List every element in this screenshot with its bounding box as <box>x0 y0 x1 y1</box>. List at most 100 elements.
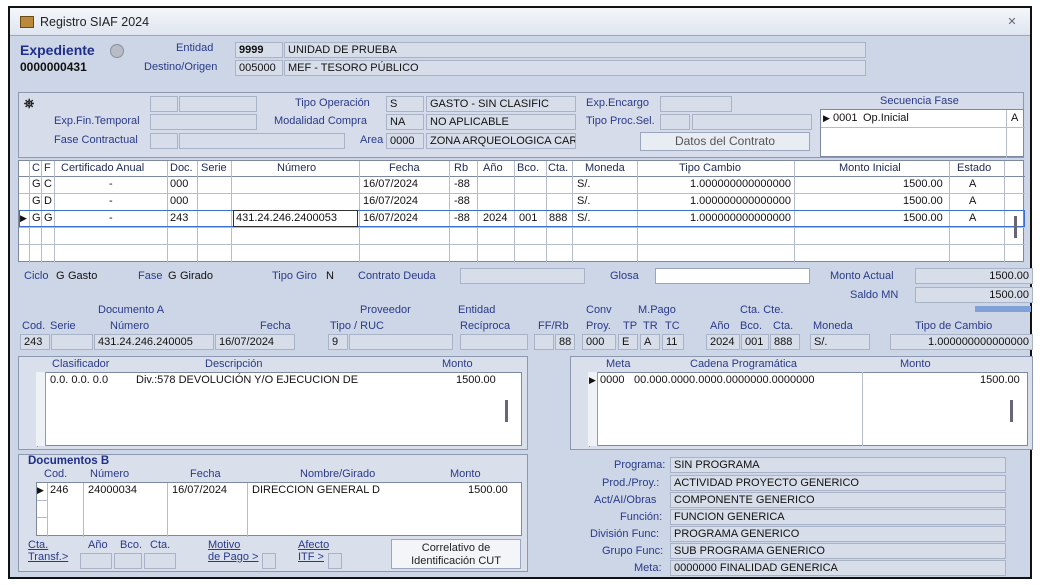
secuencia-name[interactable]: Op.Inicial <box>861 110 1006 127</box>
doc-a-tc[interactable]: 11 <box>662 334 684 350</box>
motivo-pago-link[interactable]: Motivo de Pago > <box>208 539 258 563</box>
footer-cta-label: Cta. <box>150 539 171 551</box>
prod-proy-value: ACTIVIDAD PROYECTO GENERICO <box>670 475 1006 491</box>
col-a-ffrb: FF/Rb <box>538 320 569 332</box>
monto-actual-label: Monto Actual <box>830 270 894 282</box>
expediente-label: Expediente <box>20 42 95 58</box>
doc-a-ruc[interactable] <box>349 334 453 350</box>
programa-label: Programa: <box>614 459 666 471</box>
doc-a-fecha[interactable]: 16/07/2024 <box>215 334 295 350</box>
ciclo-code: G <box>56 270 65 282</box>
datos-contrato-button[interactable]: Datos del Contrato <box>640 132 810 151</box>
tipo-operacion-code[interactable]: S <box>386 96 424 112</box>
binoculars-icon[interactable]: ⛯ <box>24 96 34 112</box>
col-clasificador: Clasificador <box>52 358 110 370</box>
act-obras-label: Act/AI/Obras <box>594 494 657 506</box>
secuencia-code[interactable]: 0001 <box>831 110 861 127</box>
exp-encargo-field[interactable] <box>660 96 732 112</box>
col-a-bco: Bco. <box>740 320 763 332</box>
grupo-func-value: SUB PROGRAMA GENERICO <box>670 543 1006 559</box>
destino-name: MEF - TESORO PÚBLICO <box>284 60 866 76</box>
doc-a-ff[interactable] <box>534 334 554 350</box>
doc-a-tp[interactable]: E <box>618 334 638 350</box>
area-code[interactable]: 0000 <box>386 133 424 149</box>
col-moneda: Moneda <box>585 162 625 174</box>
list-item[interactable]: ▶ 246 24000034 16/07/2024 DIRECCION GENE… <box>36 482 522 499</box>
footer-bco-label: Bco. <box>120 539 143 551</box>
doc-a-rb[interactable]: 88 <box>555 334 575 350</box>
main-grid: C F Certificado Anual Doc. Serie Número … <box>18 160 1025 263</box>
grid-scrollbar[interactable] <box>1014 216 1017 238</box>
list-item[interactable]: ▶ 0000 00.000.0000.0000.0000000.0000000 … <box>588 372 1028 389</box>
funcion-label: Función: <box>620 511 663 523</box>
col-a-fecha: Fecha <box>260 320 291 332</box>
col-b-nombre: Nombre/Girado <box>300 468 376 480</box>
contrato-deuda-label: Contrato Deuda <box>358 270 436 282</box>
col-meta: Meta <box>606 358 631 370</box>
grupo-func-label: Grupo Func: <box>602 545 664 557</box>
fase-name: Girado <box>180 270 214 282</box>
doc-a-moneda[interactable]: S/. <box>810 334 870 350</box>
area-label: Area <box>360 134 384 146</box>
modalidad-compra-name: NO APLICABLE <box>426 114 576 130</box>
meta-value: 0000000 FINALIDAD GENERICA <box>670 560 1006 576</box>
saldo-mn-label: Saldo MN <box>850 289 899 301</box>
col-a-tipo-ruc: Tipo / RUC <box>330 320 384 332</box>
clasificador-scrollbar[interactable] <box>505 400 508 422</box>
documentos-b-title: Documentos B <box>28 455 110 467</box>
fase-contractual-label: Fase Contractual <box>54 134 138 146</box>
exp-fin-temporal-field[interactable] <box>150 114 257 130</box>
fase-contractual-code[interactable] <box>150 133 178 149</box>
col-anio: Año <box>483 162 503 174</box>
list-item[interactable]: 0.0. 0.0. 0.0 Div.:578 DEVOLUCIÓN Y/O EJ… <box>46 372 522 389</box>
col-b-fecha: Fecha <box>190 468 221 480</box>
footer-anio-field[interactable] <box>80 553 112 569</box>
col-c: C <box>32 162 40 174</box>
col-a-tc: TC <box>665 320 680 332</box>
funcion-value: FUNCION GENERICA <box>670 509 1006 525</box>
cta-transf-link[interactable]: Cta. Transf.> <box>28 539 68 563</box>
tipo-operacion-name: GASTO - SIN CLASIFIC <box>426 96 576 112</box>
doc-a-anio[interactable]: 2024 <box>706 334 740 350</box>
destino-code[interactable]: 005000 <box>235 60 283 76</box>
doc-a-bco[interactable]: 001 <box>741 334 769 350</box>
footer-cta-field[interactable] <box>144 553 176 569</box>
entidad-label: Entidad <box>176 42 214 54</box>
col-b-numero: Número <box>90 468 130 480</box>
col-fecha: Fecha <box>389 162 420 174</box>
meta-scrollbar[interactable] <box>1010 400 1013 422</box>
doc-a-cta[interactable]: 888 <box>770 334 800 350</box>
prod-proy-label: Prod./Proy.: <box>602 477 660 489</box>
entidad-code[interactable]: 9999 <box>235 42 283 58</box>
motivo-pago-field[interactable] <box>262 553 276 569</box>
correlativo-cut-button[interactable]: Correlativo de Identificación CUT <box>391 539 521 569</box>
doc-a-tr[interactable]: A <box>640 334 660 350</box>
col-tipo-cambio: Tipo Cambio <box>679 162 741 174</box>
doc-a-cod[interactable]: 243 <box>20 334 50 350</box>
afecto-itf-link[interactable]: Afecto ITF > <box>298 539 329 563</box>
glosa-field[interactable] <box>655 268 810 284</box>
doc-a-proy[interactable]: 000 <box>582 334 616 350</box>
col-a-reciproca: Recíproca <box>460 320 511 332</box>
tipo-proc-sel-code[interactable] <box>660 114 690 130</box>
col-clas-monto: Monto <box>442 358 473 370</box>
doc-a-tipo[interactable]: 9 <box>328 334 348 350</box>
proveedor-group-label: Proveedor <box>360 304 411 316</box>
secuencia-flag: A <box>1011 112 1019 124</box>
exp-encargo-label: Exp.Encargo <box>586 97 649 109</box>
table-row[interactable]: G C - 000 16/07/2024 -88 S/. 1.000000000… <box>19 176 1025 193</box>
doc-a-tipo-cambio[interactable]: 1.000000000000000 <box>890 334 1033 350</box>
tipo-proc-sel-name <box>692 114 812 130</box>
table-row[interactable]: G D - 000 16/07/2024 -88 S/. 1.000000000… <box>19 193 1025 210</box>
table-row-selected[interactable]: ▶ G G - 243 431.24.246.2400053 16/07/202… <box>19 210 1025 227</box>
doc-a-serie[interactable] <box>51 334 93 350</box>
modalidad-compra-code[interactable]: NA <box>386 114 424 130</box>
doc-a-reciproca[interactable] <box>460 334 528 350</box>
afecto-itf-field[interactable] <box>328 553 342 569</box>
contrato-deuda-field[interactable] <box>460 268 585 284</box>
col-f: F <box>44 162 51 174</box>
doc-a-numero[interactable]: 431.24.246.240005 <box>94 334 214 350</box>
footer-bco-field[interactable] <box>114 553 142 569</box>
footer-anio-label: Año <box>88 539 108 551</box>
close-button[interactable]: ✕ <box>1002 14 1022 30</box>
